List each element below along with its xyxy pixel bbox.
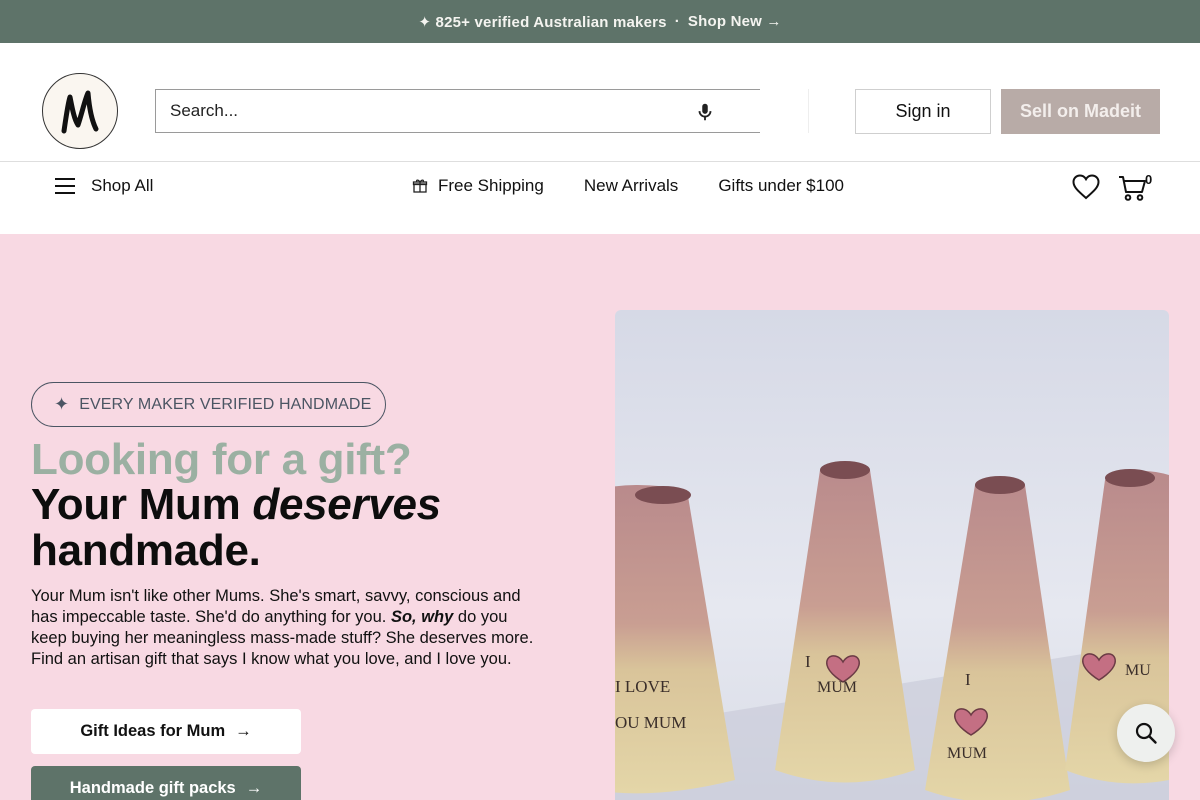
nav-free-shipping[interactable]: Free Shipping xyxy=(412,176,544,196)
announcement-bar: ✦ 825+ verified Australian makers · Shop… xyxy=(0,0,1200,43)
hero-product-photo: I LOVE OU MUM I MUM I MUM MU xyxy=(615,310,1169,800)
headline-part-1: Your Mum xyxy=(31,480,253,529)
logo-m-glyph xyxy=(61,90,99,134)
shop-all-label: Shop All xyxy=(91,176,154,195)
vase-text: OU MUM xyxy=(615,713,686,732)
ceramic-vases-illustration: I LOVE OU MUM I MUM I MUM MU xyxy=(615,310,1169,800)
madeit-logo[interactable] xyxy=(42,73,118,149)
cart-count-badge: 0 xyxy=(1145,172,1153,187)
arrow-right-icon: → xyxy=(235,722,252,740)
gift-ideas-for-mum-button[interactable]: Gift Ideas for Mum → xyxy=(31,709,301,754)
vase-text: I LOVE xyxy=(615,677,670,696)
sell-on-madeit-button[interactable]: Sell on Madeit xyxy=(1001,89,1160,134)
vase-text: MUM xyxy=(817,679,857,696)
nav-free-shipping-label: Free Shipping xyxy=(438,176,544,195)
microphone-icon[interactable] xyxy=(694,101,716,123)
shop-new-link[interactable]: Shop New → xyxy=(688,13,782,30)
hero-description: Your Mum isn't like other Mums. She's sm… xyxy=(31,586,536,670)
gift-ideas-label: Gift Ideas for Mum xyxy=(80,722,226,740)
shop-all-menu[interactable]: Shop All xyxy=(55,176,153,196)
headline-emphasis: deserves xyxy=(252,480,441,529)
headline-question: Looking for a gift? xyxy=(31,435,412,484)
vase-text: I xyxy=(965,670,971,689)
hero-section: ✦ EVERY MAKER VERIFIED HANDMADE Looking … xyxy=(0,234,1200,800)
floating-search-button[interactable] xyxy=(1117,704,1175,762)
cart-icon[interactable] xyxy=(1118,174,1148,202)
search-bar[interactable] xyxy=(155,89,760,133)
heart-icon[interactable] xyxy=(1072,174,1100,200)
blurb-emphasis: So, why xyxy=(390,608,454,626)
gift-packs-label: Handmade gift packs xyxy=(69,779,236,797)
hamburger-icon xyxy=(55,178,75,194)
arrow-right-icon: → xyxy=(245,779,263,797)
headline-main: Your Mum deserves handmade. xyxy=(31,482,551,574)
nav-gifts-under-100[interactable]: Gifts under $100 xyxy=(718,176,844,196)
announcement-text: ✦ 825+ verified Australian makers xyxy=(418,13,667,31)
announcement-separator: · xyxy=(674,13,680,30)
vase-text: I xyxy=(805,652,811,671)
vase-text: MU xyxy=(1125,662,1151,679)
nav-links: Free Shipping New Arrivals Gifts under $… xyxy=(412,176,884,196)
vase-text: MUM xyxy=(947,745,987,762)
search-input[interactable] xyxy=(170,101,670,121)
nav-new-arrivals[interactable]: New Arrivals xyxy=(584,176,678,196)
handmade-gift-packs-button[interactable]: Handmade gift packs → xyxy=(31,766,301,800)
gift-icon xyxy=(412,179,428,193)
search-divider xyxy=(808,89,809,133)
sparkle-icon: ✦ xyxy=(54,394,70,414)
site-header: Sign in Sell on Madeit xyxy=(0,43,1200,162)
search-icon xyxy=(1135,722,1157,744)
headline-part-2: handmade. xyxy=(31,526,261,575)
verified-handmade-badge: ✦ EVERY MAKER VERIFIED HANDMADE xyxy=(31,382,386,427)
main-nav: Shop All Free Shipping New Arrivals Gift… xyxy=(0,162,1200,234)
sign-in-button[interactable]: Sign in xyxy=(855,89,991,134)
badge-label: EVERY MAKER VERIFIED HANDMADE xyxy=(79,395,372,413)
